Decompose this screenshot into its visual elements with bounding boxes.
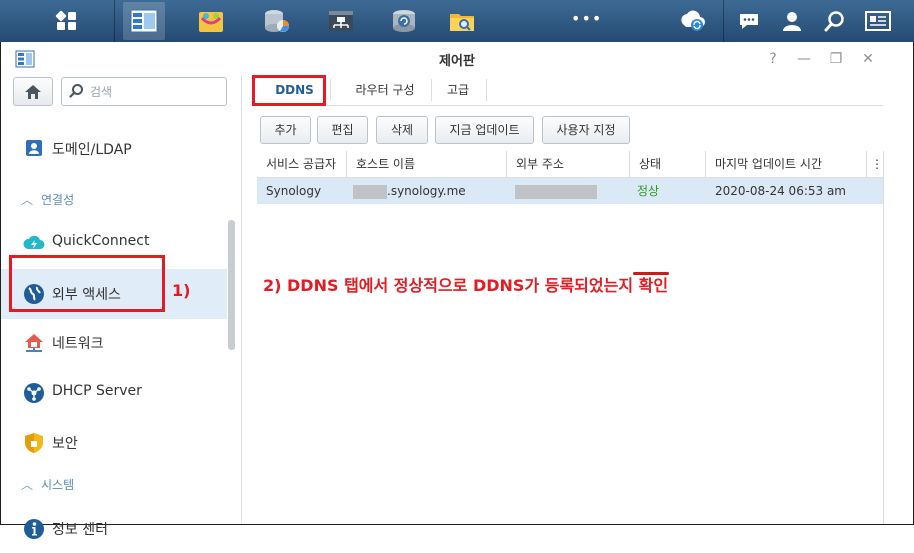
close-button[interactable]: ✕ xyxy=(859,50,877,68)
sidebar-item-info-center[interactable]: 정보 센터 xyxy=(1,505,227,553)
sidebar-item-label: 도메인/LDAP xyxy=(52,142,132,158)
tab-divider xyxy=(486,79,487,101)
minimize-button[interactable]: — xyxy=(795,50,813,68)
storage-manager-icon[interactable] xyxy=(255,2,297,40)
chevron-up-icon: ︿ xyxy=(21,193,34,207)
cell-provider: Synology xyxy=(266,184,322,198)
main-menu-icon[interactable] xyxy=(46,2,88,40)
sidebar-item-network[interactable]: 네트워크 xyxy=(1,319,227,367)
add-button[interactable]: 추가 xyxy=(260,116,311,144)
network-icon[interactable] xyxy=(320,2,362,40)
sidebar-item-domain-ldap[interactable]: 도메인/LDAP xyxy=(1,133,227,163)
annotation-box-external-access xyxy=(9,255,165,312)
taskbar: ••• xyxy=(0,0,914,42)
window-titlebar: 제어판 ? — ❐ ✕ xyxy=(1,42,913,75)
annotation-box-ddns-tab xyxy=(252,75,326,106)
info-center-icon xyxy=(23,518,45,540)
sidebar-scrollbar[interactable] xyxy=(228,220,235,350)
cell-last-update: 2020-08-24 06:53 am xyxy=(715,184,846,198)
section-label: 시스템 xyxy=(41,478,75,492)
section-label: 연결성 xyxy=(41,193,75,207)
taskbar-divider xyxy=(114,0,115,42)
tab-router-config[interactable]: 라우터 구성 xyxy=(339,79,431,103)
control-panel-window: 제어판 ? — ❐ ✕ 도메인/LDAP ︿ 연결성 xyxy=(0,42,914,539)
sidebar-item-dhcp-server[interactable]: DHCP Server xyxy=(1,369,227,417)
cell-hostname: .synology.me xyxy=(347,178,507,204)
sidebar-item-label: DHCP Server xyxy=(52,383,142,399)
tab-divider xyxy=(330,79,331,101)
hostname-suffix: .synology.me xyxy=(387,184,466,198)
file-station-icon[interactable] xyxy=(441,2,483,40)
network-icon xyxy=(23,332,45,354)
user-icon[interactable] xyxy=(771,2,813,40)
sidebar: 도메인/LDAP ︿연결성 QuickConnect 외부 액세스 네트워크 xyxy=(1,75,242,539)
column-header-hostname[interactable]: 호스트 이름 xyxy=(347,151,507,177)
restore-button[interactable]: ❐ xyxy=(827,50,845,68)
search-input[interactable] xyxy=(88,81,222,102)
backup-icon[interactable] xyxy=(383,2,425,40)
dhcp-server-icon xyxy=(23,382,45,404)
chevron-up-icon: ︿ xyxy=(21,478,34,492)
more-icon[interactable]: ••• xyxy=(571,9,602,28)
sidebar-item-security[interactable]: 보안 xyxy=(1,419,227,467)
home-button[interactable] xyxy=(13,77,53,106)
taskbar-divider xyxy=(723,0,724,42)
cell-status: 정상 xyxy=(637,184,660,198)
column-menu-icon[interactable]: ⋮ xyxy=(867,151,883,177)
edit-button[interactable]: 편집 xyxy=(317,116,368,144)
section-system[interactable]: ︿ 시스템 xyxy=(21,476,74,493)
customize-button[interactable]: 사용자 지정 xyxy=(542,116,630,144)
search-icon xyxy=(69,83,84,102)
column-header-last-update[interactable]: 마지막 업데이트 시간 xyxy=(706,151,867,177)
search-icon[interactable] xyxy=(814,2,856,40)
chat-icon[interactable] xyxy=(728,2,770,40)
tab-advanced[interactable]: 고급 xyxy=(433,79,483,103)
masked-hostname xyxy=(353,184,387,199)
column-header-external-address[interactable]: 외부 주소 xyxy=(507,151,630,177)
package-center-icon[interactable] xyxy=(190,2,232,40)
cell-external-address xyxy=(507,178,630,204)
info-icon[interactable] xyxy=(857,2,899,40)
home-icon xyxy=(25,84,41,99)
annotation-step1: 1) xyxy=(172,281,191,300)
grid-right-border xyxy=(883,151,884,524)
main-panel: DDNS 라우터 구성 고급 추가 편집 삭제 지금 업데이트 사용자 지정 서… xyxy=(242,75,913,524)
control-panel-icon[interactable] xyxy=(123,2,165,40)
section-connectivity[interactable]: ︿ 연결성 xyxy=(21,191,74,208)
sidebar-item-label: 보안 xyxy=(52,436,78,452)
delete-button[interactable]: 삭제 xyxy=(376,116,428,144)
help-button[interactable]: ? xyxy=(764,50,782,68)
annotation-step2: 2) DDNS 탭에서 정상적으로 DDNS가 등록되었는지 확인 xyxy=(263,276,669,295)
table-row[interactable]: Synology .synology.me 정상 2020-08-24 06:5… xyxy=(257,178,883,204)
column-header-status[interactable]: 상태 xyxy=(630,151,706,177)
sidebar-item-label: 네트워크 xyxy=(52,336,104,352)
tab-bar: DDNS 라우터 구성 고급 xyxy=(257,75,883,106)
tab-divider xyxy=(431,79,432,101)
sync-icon[interactable] xyxy=(671,2,713,40)
masked-external-address xyxy=(515,184,597,199)
sidebar-item-label: QuickConnect xyxy=(52,233,150,249)
security-icon xyxy=(23,432,45,454)
sidebar-item-label: 정보 센터 xyxy=(52,522,108,538)
update-now-button[interactable]: 지금 업데이트 xyxy=(435,116,534,144)
column-header-provider[interactable]: 서비스 공급자 xyxy=(257,151,347,177)
grid-header: 서비스 공급자 호스트 이름 외부 주소 상태 마지막 업데이트 시간 ⋮ xyxy=(257,151,883,178)
quickconnect-icon xyxy=(23,232,45,254)
sidebar-search[interactable] xyxy=(61,77,227,106)
domain-icon xyxy=(25,139,43,161)
